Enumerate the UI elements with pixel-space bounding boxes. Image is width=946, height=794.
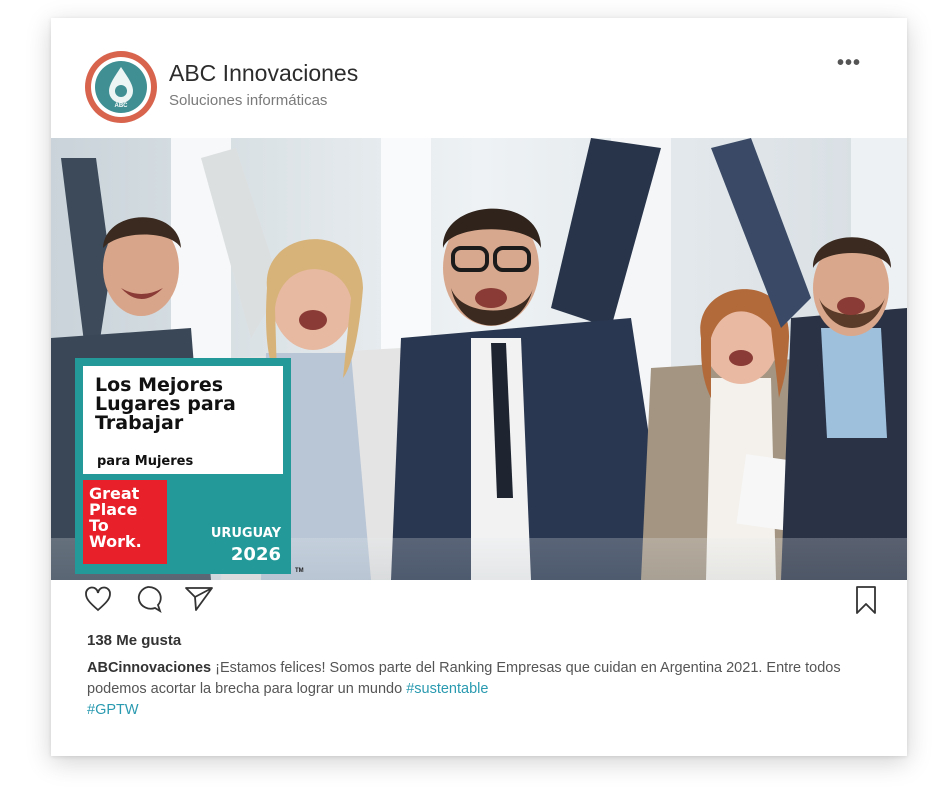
badge-title-box: Los Mejores Lugares para Trabajar para M… xyxy=(83,366,283,474)
avatar-text: ABC xyxy=(115,103,129,109)
bookmark-icon[interactable] xyxy=(853,584,879,621)
gptw-logo: Great Place To Work. xyxy=(83,480,167,564)
more-options-button[interactable]: ••• xyxy=(837,52,861,75)
hashtag-sustentable[interactable]: #sustentable xyxy=(406,681,488,697)
account-subtitle: Soluciones informáticas xyxy=(169,92,328,109)
gptw-logo-line-4: Work. xyxy=(89,532,142,551)
post-image[interactable]: Los Mejores Lugares para Trabajar para M… xyxy=(51,138,907,580)
gptw-badge: Los Mejores Lugares para Trabajar para M… xyxy=(75,358,291,574)
badge-country: URUGUAY xyxy=(210,526,281,541)
heart-icon[interactable] xyxy=(83,584,113,619)
trademark-mark: TM xyxy=(295,568,304,574)
badge-title: Los Mejores Lugares para Trabajar xyxy=(95,376,285,433)
badge-year: 2026 xyxy=(230,544,281,565)
likes-count[interactable]: 138 Me gusta xyxy=(87,632,181,649)
badge-subtitle: para Mujeres xyxy=(97,454,194,469)
hashtag-gptw[interactable]: #GPTW xyxy=(87,702,139,718)
comment-icon[interactable] xyxy=(133,584,163,619)
avatar[interactable]: ABC xyxy=(85,51,157,123)
badge-title-line-3: Trabajar xyxy=(95,412,184,434)
instagram-post-card: ABC ABC Innovaciones Soluciones informát… xyxy=(51,18,907,756)
company-logo-icon: ABC xyxy=(109,67,133,109)
account-name[interactable]: ABC Innovaciones xyxy=(169,60,358,87)
post-caption: ABCinnovaciones ¡Estamos felices! Somos … xyxy=(87,658,877,721)
post-header: ABC ABC Innovaciones Soluciones informát… xyxy=(51,18,907,138)
post-actions xyxy=(83,584,883,628)
caption-username[interactable]: ABCinnovaciones xyxy=(87,660,211,676)
send-icon[interactable] xyxy=(183,584,215,619)
